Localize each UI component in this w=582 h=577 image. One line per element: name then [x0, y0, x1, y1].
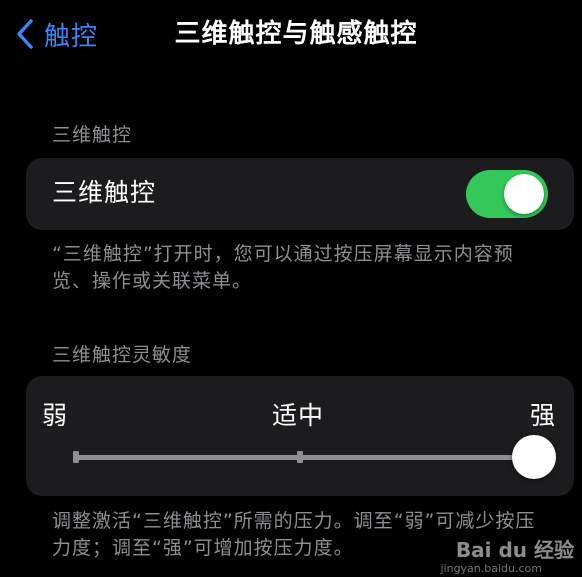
slider-tick-medium [297, 451, 303, 463]
section-header-sensitivity: 三维触控灵敏度 [52, 344, 193, 366]
watermark-logo: Bai du 经验 [455, 538, 574, 562]
toggle-knob [504, 174, 544, 214]
page-title: 三维触控与触感触控 [174, 19, 418, 49]
3d-touch-card: 三维触控 [26, 158, 574, 230]
slider-label-firm: 强 [530, 401, 557, 430]
3d-touch-footnote: “三维触控”打开时，您可以通过按压屏幕显示内容预览、操作或关联菜单。 [52, 243, 514, 292]
watermark-url: jingyan.baidu.com [440, 562, 542, 575]
slider-label-medium: 适中 [272, 401, 325, 430]
section-header-3d-touch: 三维触控 [52, 124, 133, 146]
sensitivity-slider-thumb[interactable] [512, 435, 556, 479]
slider-tick-light [73, 451, 79, 463]
slider-label-light: 弱 [42, 401, 69, 430]
navigation-bar: 触控 三维触控与触感触控 [0, 0, 582, 70]
sensitivity-slider-track[interactable] [73, 451, 534, 463]
3d-touch-toggle[interactable] [466, 170, 548, 218]
sensitivity-card: 弱 适中 强 [26, 376, 574, 496]
3d-touch-row-label: 三维触控 [52, 178, 157, 207]
